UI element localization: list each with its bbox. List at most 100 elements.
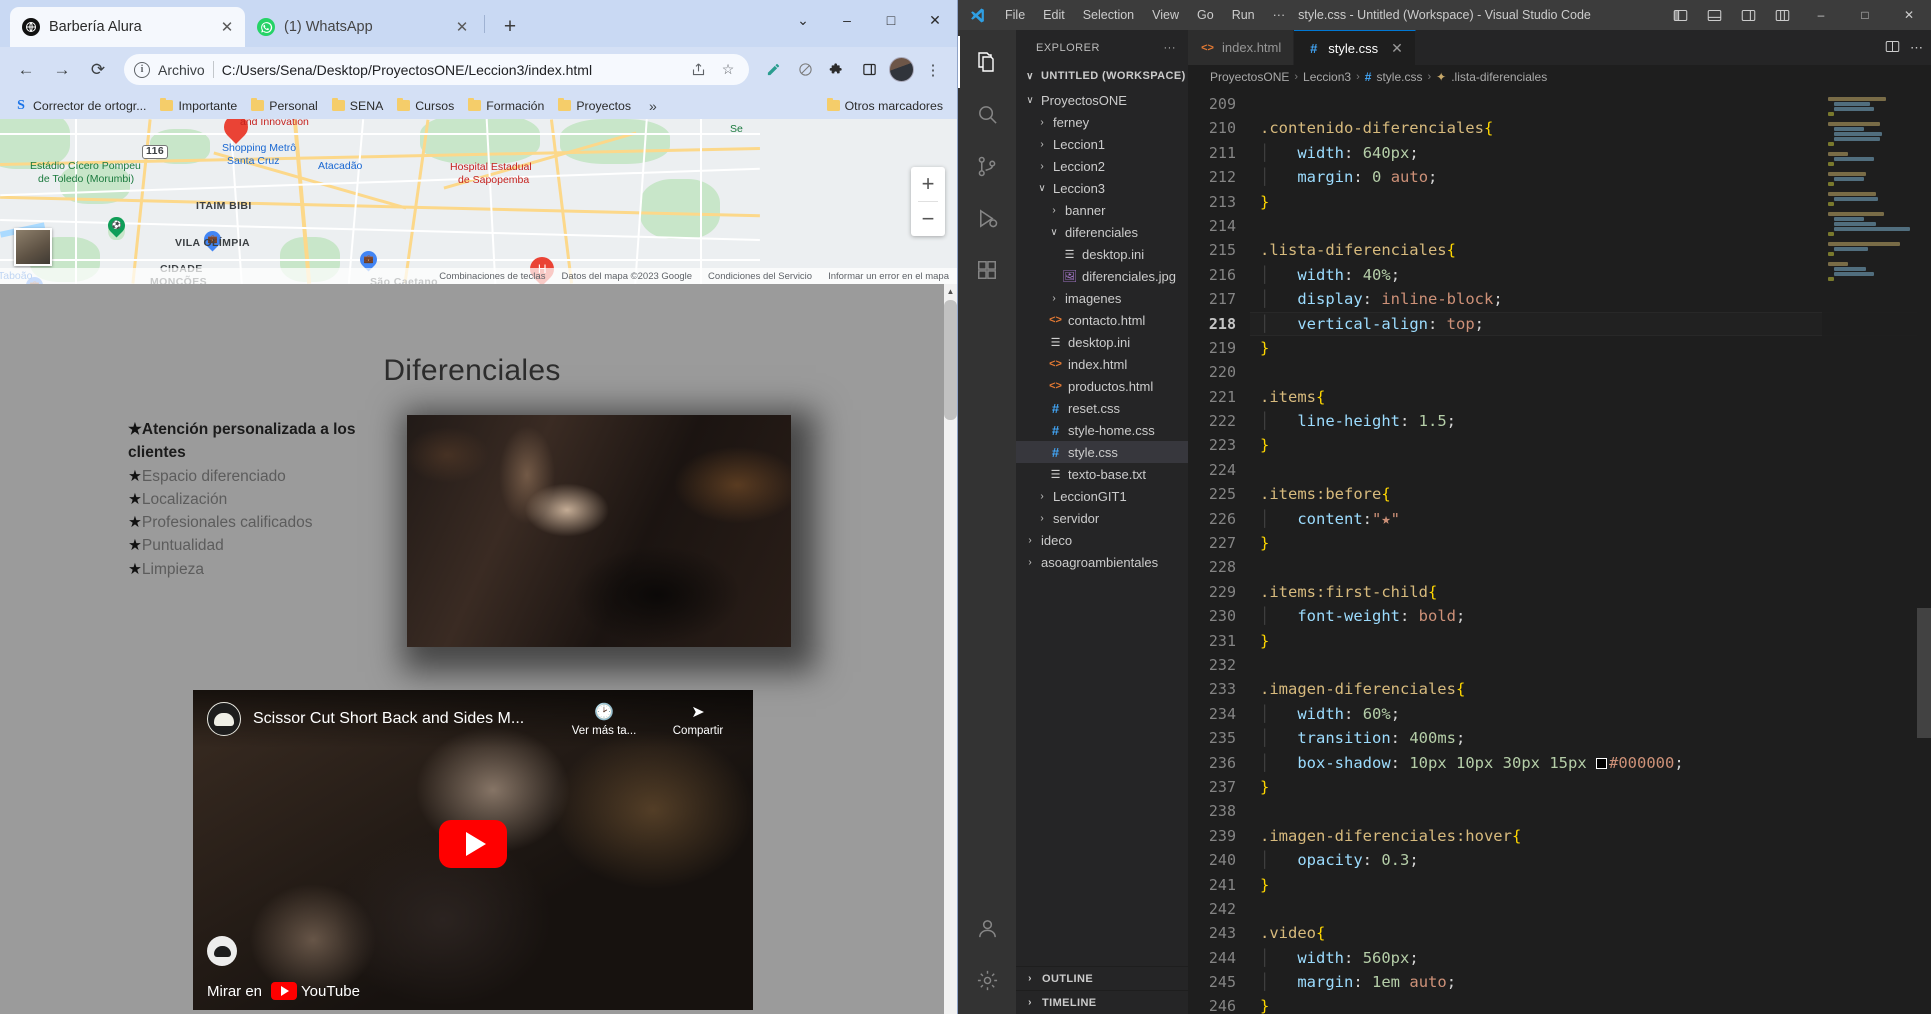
workspace-root-row[interactable]: ∨ UNTITLED (WORKSPACE) xyxy=(1016,65,1188,87)
channel-avatar-icon[interactable] xyxy=(207,702,241,736)
outline-panel-header[interactable]: › OUTLINE xyxy=(1016,966,1188,990)
editor-minimap[interactable] xyxy=(1822,88,1917,1014)
tree-item-Leccion3[interactable]: ∨ Leccion3 xyxy=(1016,177,1188,199)
code-editor[interactable]: 209 210 211 212 213 214 215 216 217 218 … xyxy=(1188,88,1931,1014)
tree-item-LeccionGIT1[interactable]: › LeccionGIT1 xyxy=(1016,485,1188,507)
tree-item-Leccion2[interactable]: › Leccion2 xyxy=(1016,155,1188,177)
map-street-view-thumbnail[interactable] xyxy=(14,228,52,266)
editor-scrollbar[interactable] xyxy=(1917,88,1931,1014)
channel-badge-icon[interactable] xyxy=(207,936,237,966)
map-report-error-link[interactable]: Informar un error en el mapa xyxy=(828,271,949,282)
chevron-right-icon[interactable]: › xyxy=(1024,997,1036,1008)
maximize-button[interactable]: □ xyxy=(869,0,913,40)
map-terms-link[interactable]: Condiciones del Servicio xyxy=(708,271,812,282)
tree-item-desktop-ini-2[interactable]: ☰ desktop.ini xyxy=(1016,331,1188,353)
panel-right-icon[interactable] xyxy=(1731,0,1765,30)
tab-search-icon[interactable]: ⌄ xyxy=(781,0,825,40)
tree-item-Leccion1[interactable]: › Leccion1 xyxy=(1016,133,1188,155)
tree-item-index-html[interactable]: <> index.html xyxy=(1016,353,1188,375)
chevron-right-icon[interactable]: › xyxy=(1048,205,1060,216)
browser-tab-whatsapp[interactable]: (1) WhatsApp ✕ xyxy=(245,7,480,47)
new-tab-button[interactable]: + xyxy=(495,12,525,42)
breadcrumb-style-css[interactable]: style.css xyxy=(1376,70,1422,84)
more-actions-icon[interactable]: ⋯ xyxy=(1910,40,1923,56)
explorer-icon[interactable] xyxy=(958,36,1016,88)
block-icon[interactable] xyxy=(791,56,819,84)
google-map-embed[interactable]: 💼 ⚽ 💼 💼 ✈ 💼 H 🌳 🌳 ITAIM BIBI VILA OLÍMPI… xyxy=(0,119,957,284)
chevron-down-icon[interactable]: ∨ xyxy=(1024,95,1036,106)
back-button[interactable]: ← xyxy=(10,54,42,86)
chevron-right-icon[interactable]: › xyxy=(1036,491,1048,502)
bookmark-item[interactable]: Cursos xyxy=(391,97,460,115)
bookmark-item[interactable]: Personal xyxy=(245,97,324,115)
puzzle-icon[interactable] xyxy=(823,56,851,84)
chevron-right-icon[interactable]: › xyxy=(1024,557,1036,568)
forward-button[interactable]: → xyxy=(46,54,78,86)
split-editor-icon[interactable] xyxy=(1885,39,1900,57)
imagen-diferenciales[interactable] xyxy=(407,415,791,647)
accounts-icon[interactable] xyxy=(958,902,1016,954)
explorer-more-actions-icon[interactable]: ··· xyxy=(1164,42,1177,54)
tree-item-asoagroambientales[interactable]: › asoagroambientales xyxy=(1016,551,1188,573)
play-button[interactable] xyxy=(439,819,507,868)
browser-tab-active[interactable]: Barbería Alura ✕ xyxy=(10,7,245,47)
tree-item-diferenciales[interactable]: ∨ diferenciales xyxy=(1016,221,1188,243)
tree-item-contacto-html[interactable]: <> contacto.html xyxy=(1016,309,1188,331)
settings-gear-icon[interactable] xyxy=(958,954,1016,1006)
menu-run[interactable]: Run xyxy=(1223,4,1264,26)
tree-item-banner[interactable]: › banner xyxy=(1016,199,1188,221)
menu-go[interactable]: Go xyxy=(1188,4,1223,26)
editor-tab-index-html[interactable]: <> index.html xyxy=(1188,30,1295,65)
close-icon[interactable]: ✕ xyxy=(217,17,237,37)
share-icon[interactable] xyxy=(687,59,709,81)
minimize-button[interactable]: – xyxy=(825,0,869,40)
reload-button[interactable]: ⟳ xyxy=(82,54,114,86)
sidepanel-icon[interactable] xyxy=(855,56,883,84)
search-icon[interactable] xyxy=(958,88,1016,140)
breadcrumb-ProyectosONE[interactable]: ProyectosONE xyxy=(1210,70,1289,84)
chevron-down-icon[interactable]: ∨ xyxy=(1024,71,1036,82)
chevron-right-icon[interactable]: › xyxy=(1048,293,1060,304)
editor-tab-style-css[interactable]: # style.css ✕ xyxy=(1294,30,1416,65)
scroll-up-arrow-icon[interactable]: ▲ xyxy=(944,284,957,298)
tree-item-servidor[interactable]: › servidor xyxy=(1016,507,1188,529)
tree-item-style-home-css[interactable]: # style-home.css xyxy=(1016,419,1188,441)
chevron-right-icon[interactable]: › xyxy=(1036,117,1048,128)
avatar[interactable] xyxy=(887,56,915,84)
watch-on-youtube-button[interactable]: Mirar en YouTube xyxy=(207,982,360,1000)
layout-grid-icon[interactable] xyxy=(1765,0,1799,30)
browser-menu-icon[interactable]: ⋮ xyxy=(919,56,947,84)
bookmark-item[interactable]: Proyectos xyxy=(552,97,637,115)
tree-item-ferney[interactable]: › ferney xyxy=(1016,111,1188,133)
run-and-debug-icon[interactable] xyxy=(958,192,1016,244)
address-bar[interactable]: i Archivo C:/Users/Sena/Desktop/Proyecto… xyxy=(124,54,749,85)
panel-bottom-icon[interactable] xyxy=(1697,0,1731,30)
chevron-right-icon[interactable]: › xyxy=(1024,535,1036,546)
tree-item-texto-base-txt[interactable]: ☰ texto-base.txt xyxy=(1016,463,1188,485)
pencil-icon[interactable] xyxy=(759,56,787,84)
menu-selection[interactable]: Selection xyxy=(1074,4,1143,26)
video-title[interactable]: Scissor Cut Short Back and Sides M... xyxy=(253,710,551,728)
breadcrumb-symbol[interactable]: .lista-diferenciales xyxy=(1451,70,1547,84)
bookmark-item[interactable]: S Corrector de ortogr... xyxy=(8,97,152,115)
tree-item-ProyectosONE[interactable]: ∨ ProyectosONE xyxy=(1016,89,1188,111)
other-bookmarks-button[interactable]: Otros marcadores xyxy=(821,97,949,115)
bookmark-item[interactable]: Formación xyxy=(462,97,550,115)
page-scrollbar[interactable]: ▲ xyxy=(944,284,957,1014)
chevron-right-icon[interactable]: › xyxy=(1036,139,1048,150)
breadcrumb-Leccion3[interactable]: Leccion3 xyxy=(1303,70,1351,84)
panel-left-icon[interactable] xyxy=(1663,0,1697,30)
bookmarks-overflow-icon[interactable]: » xyxy=(645,98,661,114)
share-button[interactable]: ➤ Compartir xyxy=(657,702,739,737)
tree-item-desktop-ini[interactable]: ☰ desktop.ini xyxy=(1016,243,1188,265)
map-keyboard-shortcuts-link[interactable]: Combinaciones de teclas xyxy=(439,271,545,282)
timeline-panel-header[interactable]: › TIMELINE xyxy=(1016,990,1188,1014)
close-icon[interactable]: ✕ xyxy=(452,17,472,37)
tree-item-style-css[interactable]: # style.css xyxy=(1016,441,1188,463)
menu-file[interactable]: File xyxy=(996,4,1034,26)
watch-later-button[interactable]: 🕑 Ver más ta... xyxy=(563,702,645,737)
menu-view[interactable]: View xyxy=(1143,4,1188,26)
close-button[interactable]: ✕ xyxy=(913,0,957,40)
extensions-icon[interactable] xyxy=(958,244,1016,296)
chevron-right-icon[interactable]: › xyxy=(1036,513,1048,524)
